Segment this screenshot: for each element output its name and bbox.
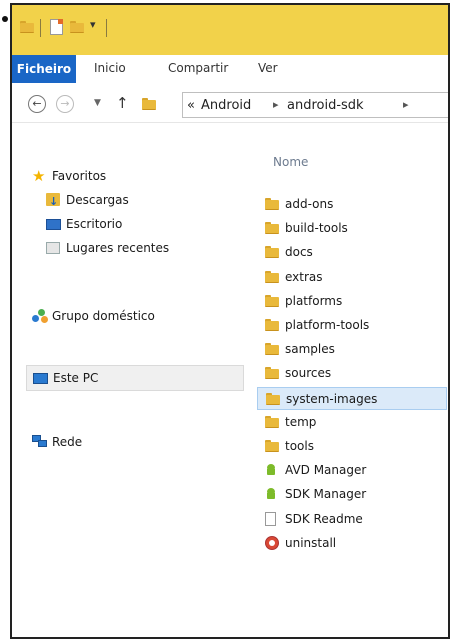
file-name: AVD Manager bbox=[285, 463, 367, 478]
list-item[interactable]: sources bbox=[257, 362, 447, 385]
network-icon bbox=[32, 435, 48, 447]
text-document-icon bbox=[265, 511, 276, 526]
tab-view[interactable]: Ver bbox=[258, 61, 278, 75]
folder-icon bbox=[265, 367, 279, 380]
file-list: Nome add-ons build-tools docs extras platfor… bbox=[257, 127, 448, 637]
breadcrumb-android[interactable]: Android bbox=[201, 98, 251, 113]
folder-icon[interactable] bbox=[20, 21, 34, 33]
star-icon: ★ bbox=[32, 167, 46, 185]
list-item[interactable]: samples bbox=[257, 338, 447, 361]
uninstall-icon bbox=[265, 535, 279, 550]
forward-button[interactable]: → bbox=[56, 95, 74, 113]
file-name: samples bbox=[285, 342, 335, 357]
list-item[interactable]: AVD Manager bbox=[257, 459, 447, 482]
up-button[interactable]: ↑ bbox=[116, 94, 129, 112]
folder-icon bbox=[266, 392, 280, 405]
file-name: extras bbox=[285, 269, 323, 284]
android-icon bbox=[265, 488, 277, 500]
file-name: docs bbox=[285, 245, 313, 260]
bullet-marker bbox=[2, 16, 8, 22]
folder-icon bbox=[265, 222, 279, 235]
folder-icon bbox=[265, 294, 279, 307]
file-name: system-images bbox=[286, 391, 378, 406]
downloads-icon bbox=[46, 191, 60, 213]
computer-icon bbox=[33, 373, 48, 384]
list-item[interactable]: platform-tools bbox=[257, 314, 447, 337]
folder-icon bbox=[265, 319, 279, 331]
file-name: temp bbox=[285, 414, 317, 429]
list-item[interactable]: platforms bbox=[257, 290, 447, 313]
homegroup-icon bbox=[32, 309, 48, 323]
list-item[interactable]: build-tools bbox=[257, 217, 447, 240]
navigation-bar: ← → ▼ ↑ « Android ▸ android-sdk ▸ bbox=[12, 88, 448, 123]
list-item[interactable]: SDK Manager bbox=[257, 483, 447, 506]
folder-icon bbox=[265, 198, 279, 210]
back-button[interactable]: ← bbox=[28, 95, 46, 113]
title-bar: ▾ bbox=[12, 5, 448, 55]
breadcrumb-chevron-icon[interactable]: ▸ bbox=[273, 98, 279, 111]
recent-places-icon bbox=[46, 242, 60, 254]
folder-icon bbox=[265, 440, 279, 452]
tab-share[interactable]: Compartir bbox=[168, 61, 228, 75]
ribbon: Ficheiro Inicio Compartir Ver bbox=[12, 55, 448, 83]
new-folder-icon[interactable] bbox=[70, 21, 84, 33]
file-name: SDK Readme bbox=[285, 511, 363, 526]
list-item[interactable]: tools bbox=[257, 435, 447, 458]
breadcrumb-chevron-icon[interactable]: ▸ bbox=[403, 98, 409, 111]
list-item[interactable]: extras bbox=[257, 266, 447, 289]
list-item[interactable]: add-ons bbox=[257, 193, 447, 216]
navigation-pane: ★ Favoritos Descargas Escritorio Lugares… bbox=[12, 127, 257, 637]
column-header-name[interactable]: Nome bbox=[273, 155, 308, 169]
android-icon bbox=[265, 464, 277, 476]
separator bbox=[106, 19, 107, 37]
separator bbox=[40, 19, 41, 37]
customize-quick-access-icon[interactable]: ▾ bbox=[90, 18, 96, 31]
file-name: tools bbox=[285, 439, 314, 453]
file-name: build-tools bbox=[285, 221, 348, 236]
properties-icon[interactable] bbox=[50, 19, 63, 35]
file-name: platforms bbox=[285, 293, 343, 308]
address-bar[interactable]: « Android ▸ android-sdk ▸ bbox=[182, 92, 448, 118]
explorer-window: ▾ Ficheiro Inicio Compartir Ver ← → ▼ ↑ … bbox=[10, 3, 450, 639]
list-item[interactable]: docs bbox=[257, 241, 447, 264]
tab-file[interactable]: Ficheiro bbox=[12, 55, 76, 83]
folder-icon bbox=[265, 343, 279, 356]
list-item[interactable]: temp bbox=[257, 411, 447, 434]
file-name: SDK Manager bbox=[285, 487, 367, 502]
folder-icon bbox=[265, 270, 279, 283]
list-item[interactable]: uninstall bbox=[257, 532, 447, 555]
breadcrumb-android-sdk[interactable]: android-sdk bbox=[287, 98, 364, 113]
desktop-icon bbox=[46, 219, 61, 230]
breadcrumb-overflow[interactable]: « bbox=[187, 98, 195, 113]
recent-locations-chevron-icon[interactable]: ▼ bbox=[94, 98, 101, 108]
folder-icon bbox=[142, 98, 156, 110]
file-name: sources bbox=[285, 366, 332, 381]
file-name: uninstall bbox=[285, 535, 337, 550]
sidebar-item-this-pc[interactable]: Este PC bbox=[26, 365, 244, 391]
file-name: platform-tools bbox=[285, 318, 370, 332]
folder-icon bbox=[265, 415, 279, 428]
tab-home[interactable]: Inicio bbox=[94, 61, 126, 75]
file-name: add-ons bbox=[285, 197, 334, 211]
folder-icon bbox=[265, 246, 279, 259]
list-item[interactable]: system-images bbox=[257, 386, 447, 410]
list-item[interactable]: SDK Readme bbox=[257, 508, 447, 531]
